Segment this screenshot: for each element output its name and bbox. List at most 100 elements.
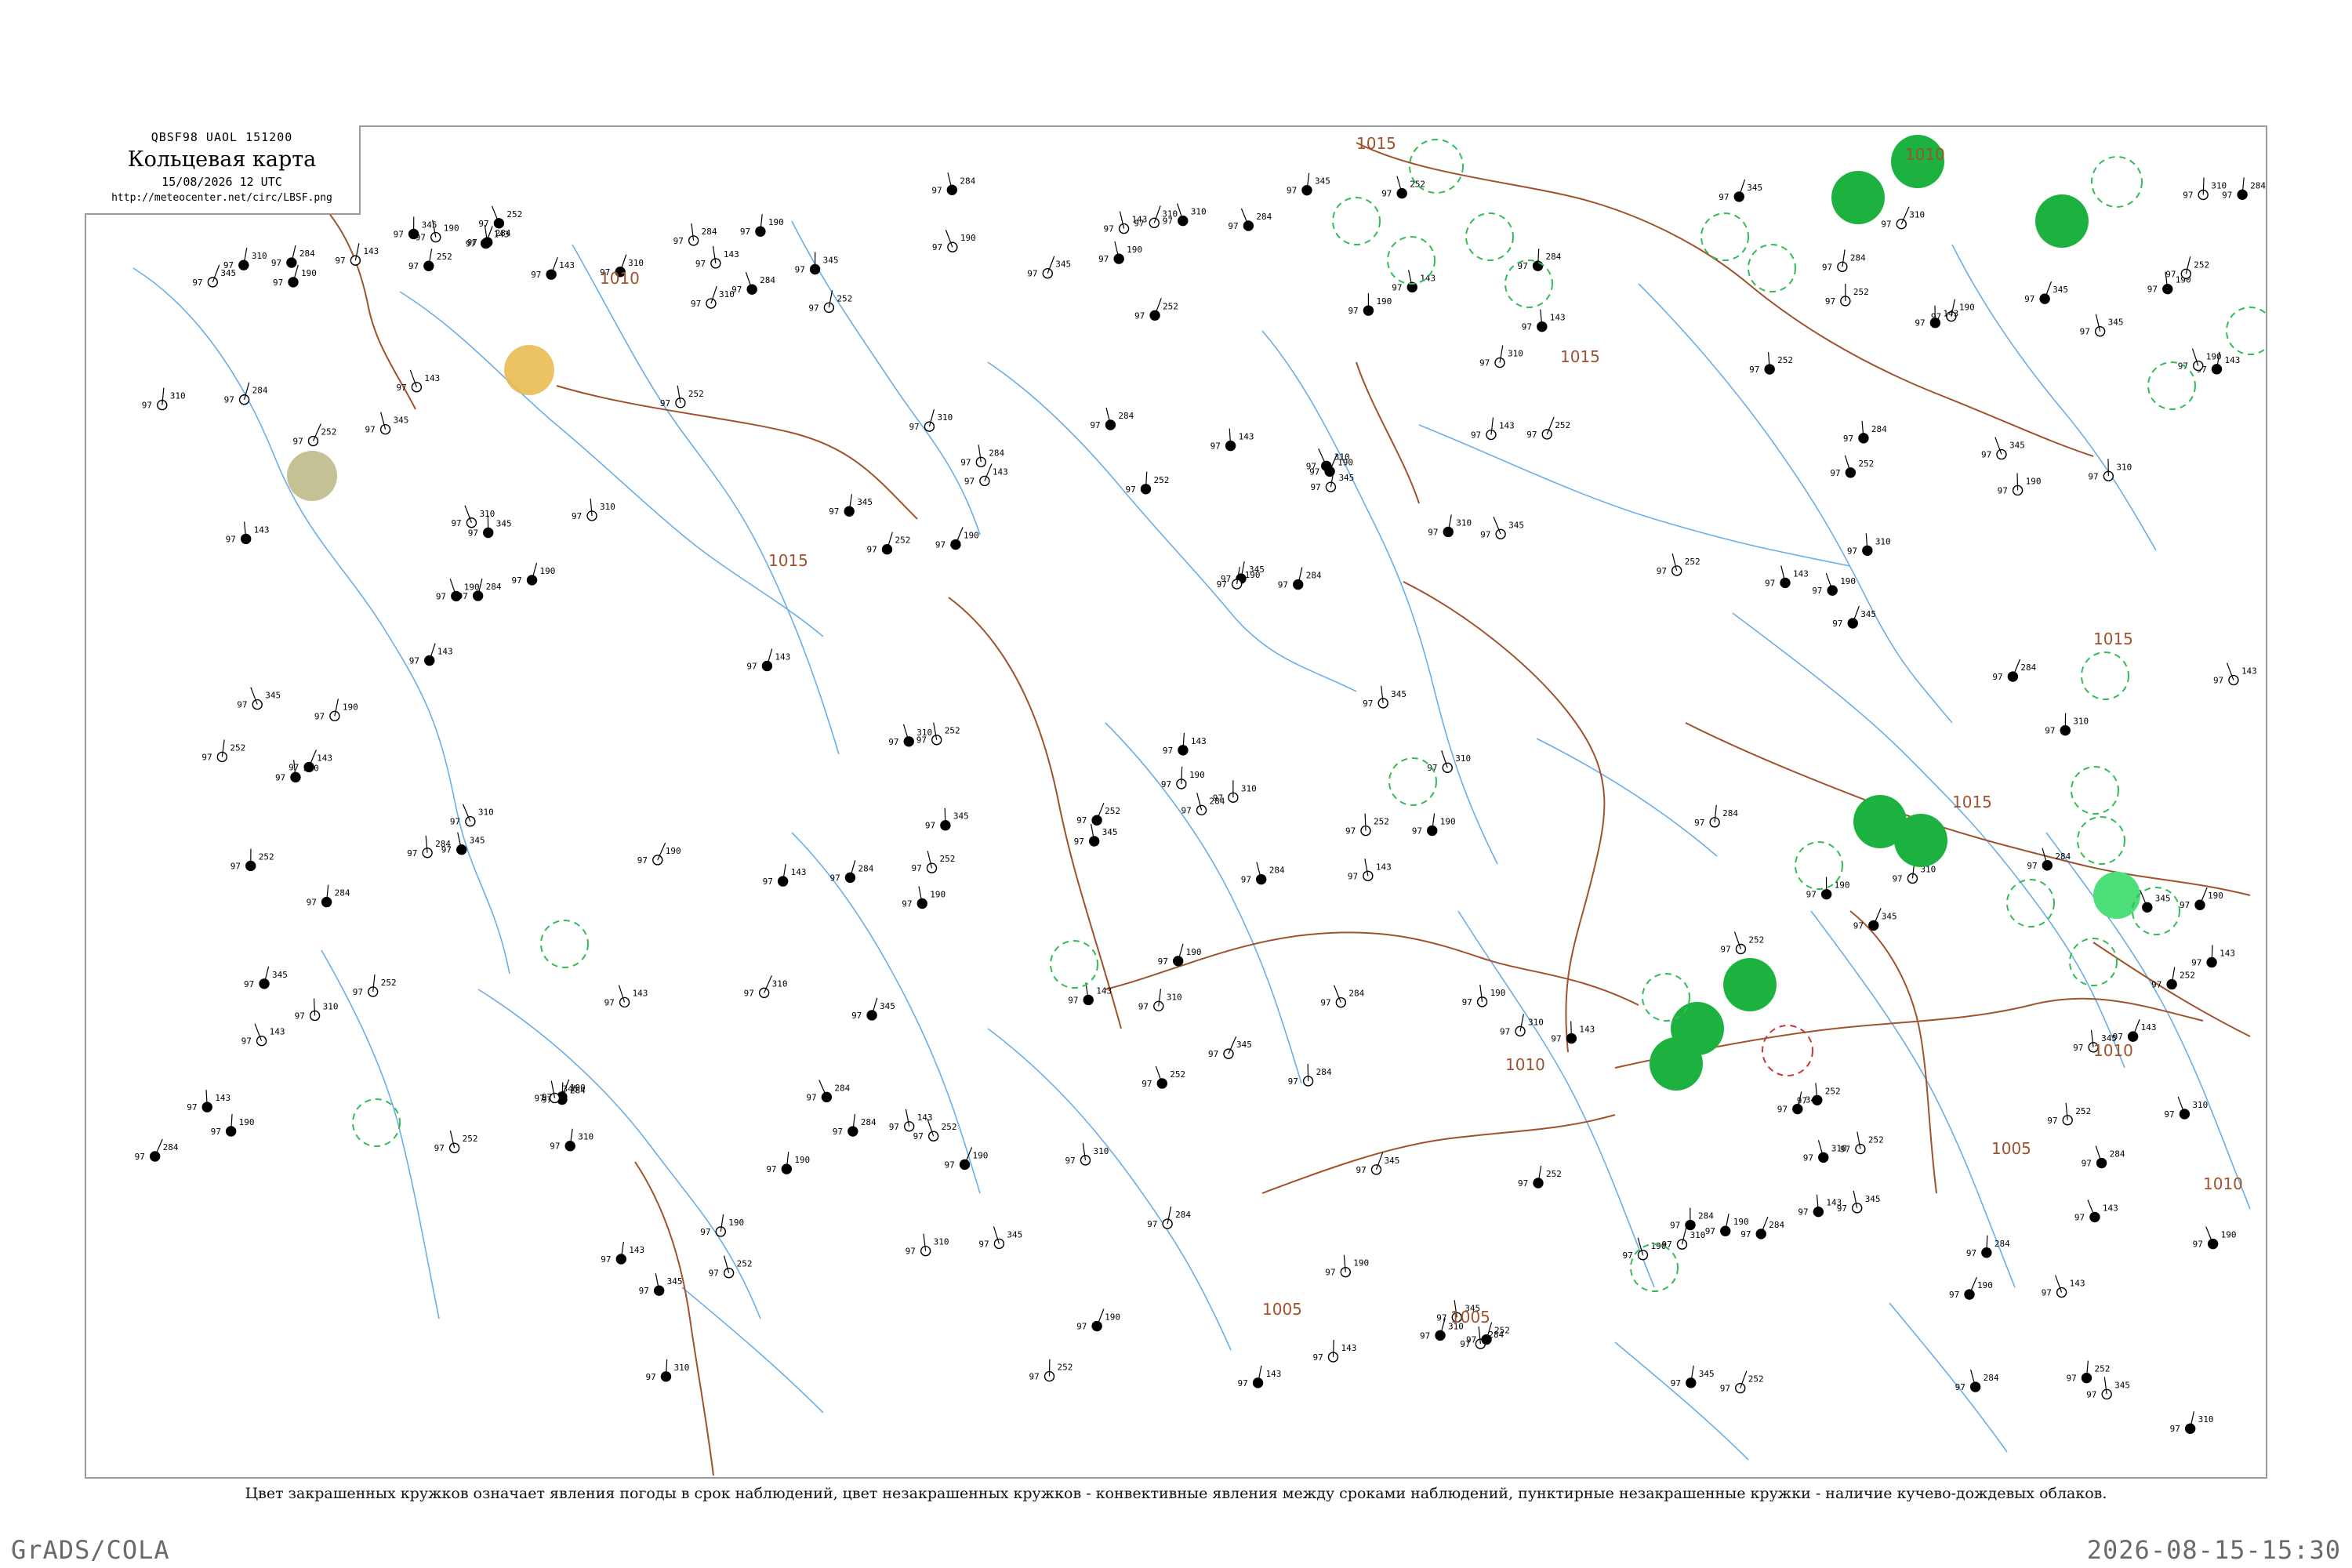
svg-text:97: 97 bbox=[1853, 920, 1864, 931]
station-plot: 31097 bbox=[2045, 713, 2089, 736]
svg-text:252: 252 bbox=[259, 851, 274, 862]
svg-text:190: 190 bbox=[728, 1218, 744, 1228]
svg-text:97: 97 bbox=[1881, 220, 1891, 230]
svg-text:97: 97 bbox=[1138, 1001, 1149, 1011]
station-plot: 345 97 bbox=[2086, 1377, 2130, 1399]
svg-text:97: 97 bbox=[902, 899, 912, 909]
svg-text:143: 143 bbox=[633, 988, 648, 998]
svg-text:97: 97 bbox=[808, 303, 818, 313]
station-plot: 190 97 bbox=[1998, 473, 2041, 495]
station-plot: 252 97 bbox=[660, 385, 704, 408]
svg-text:190: 190 bbox=[794, 1155, 810, 1165]
svg-text:97: 97 bbox=[1363, 699, 1373, 709]
svg-text:190: 190 bbox=[1840, 576, 1856, 586]
station-plot: 252 97 bbox=[866, 532, 910, 555]
svg-text:252: 252 bbox=[1105, 806, 1120, 816]
station-plot: 252 97 bbox=[808, 290, 852, 313]
svg-text:97: 97 bbox=[1029, 1372, 1040, 1382]
svg-text:97: 97 bbox=[1518, 1178, 1528, 1189]
isobar-label: 1005 bbox=[1450, 1308, 1490, 1327]
isobar-label: 1010 bbox=[2093, 1041, 2133, 1060]
svg-text:284: 284 bbox=[834, 1083, 850, 1093]
svg-text:143: 143 bbox=[1191, 736, 1207, 746]
svg-text:284: 284 bbox=[2250, 180, 2266, 191]
svg-text:190: 190 bbox=[301, 268, 317, 278]
station-plot: 190 97 bbox=[935, 527, 979, 550]
station-plot: 252 97 bbox=[230, 848, 274, 871]
svg-text:345: 345 bbox=[394, 416, 409, 426]
station-plot: 284 97 bbox=[1992, 659, 2037, 682]
svg-text:345: 345 bbox=[2009, 441, 2025, 451]
station-plot: 143 97 bbox=[695, 245, 739, 269]
svg-text:97: 97 bbox=[458, 591, 468, 601]
svg-text:345: 345 bbox=[1338, 473, 1354, 483]
svg-text:97: 97 bbox=[912, 863, 922, 873]
station-plot: 345 97 bbox=[1287, 172, 1330, 196]
svg-text:97: 97 bbox=[1949, 1290, 1959, 1300]
svg-text:252: 252 bbox=[1777, 355, 1793, 365]
svg-text:97: 97 bbox=[1825, 296, 1835, 307]
svg-text:97: 97 bbox=[2027, 861, 2037, 871]
svg-text:97: 97 bbox=[2191, 958, 2201, 968]
thunder-dashed-circle bbox=[2069, 938, 2118, 986]
station-plot: 252 97 bbox=[1142, 1065, 1185, 1089]
svg-text:97: 97 bbox=[230, 861, 241, 871]
svg-text:97: 97 bbox=[1719, 192, 1729, 202]
svg-text:97: 97 bbox=[1163, 746, 1173, 756]
svg-text:97: 97 bbox=[1217, 579, 1227, 590]
station-plot: 345 97 bbox=[1027, 256, 1071, 279]
svg-text:284: 284 bbox=[1984, 1373, 1999, 1383]
svg-text:97: 97 bbox=[434, 1143, 445, 1153]
station-plot: 31097 bbox=[906, 1233, 949, 1257]
svg-text:252: 252 bbox=[2094, 1364, 2110, 1374]
svg-text:310: 310 bbox=[628, 258, 644, 268]
svg-text:190: 190 bbox=[1977, 1280, 1993, 1290]
isobar-label: 1015 bbox=[1560, 347, 1600, 366]
station-plot: 252 97 bbox=[1825, 283, 1869, 307]
svg-text:284: 284 bbox=[163, 1142, 179, 1152]
svg-text:97: 97 bbox=[1720, 1384, 1730, 1394]
station-plot: 345 97 bbox=[192, 264, 236, 288]
svg-text:284: 284 bbox=[1210, 796, 1225, 806]
svg-text:310: 310 bbox=[578, 1132, 593, 1142]
svg-text:143: 143 bbox=[791, 867, 807, 877]
svg-text:310: 310 bbox=[1093, 1146, 1109, 1156]
svg-text:190: 190 bbox=[343, 702, 358, 712]
station-plot: 284 97 bbox=[829, 860, 874, 883]
svg-text:310: 310 bbox=[2073, 717, 2089, 727]
svg-text:310: 310 bbox=[1456, 517, 1472, 528]
station-plot: 31097 bbox=[142, 387, 186, 411]
svg-text:190: 190 bbox=[930, 890, 946, 900]
svg-text:252: 252 bbox=[1748, 1374, 1764, 1385]
svg-text:97: 97 bbox=[466, 239, 476, 249]
precip-circle bbox=[2035, 194, 2089, 248]
station-plot: 345 97 bbox=[244, 966, 288, 989]
station-plot: 190 97 bbox=[1325, 1254, 1369, 1278]
svg-text:284: 284 bbox=[1850, 252, 1866, 263]
svg-text:310: 310 bbox=[937, 412, 953, 423]
svg-text:284: 284 bbox=[2055, 851, 2071, 862]
station-plot: 345 97 bbox=[829, 494, 873, 517]
svg-text:310: 310 bbox=[1690, 1230, 1705, 1240]
svg-text:143: 143 bbox=[1239, 432, 1254, 442]
thunder-dashed-circle bbox=[1700, 212, 1749, 261]
svg-text:284: 284 bbox=[1546, 252, 1562, 262]
thunder-dashed-circle bbox=[1748, 244, 1796, 292]
svg-text:97: 97 bbox=[1992, 672, 2002, 682]
station-plot: 31097 bbox=[1661, 1227, 1705, 1250]
station-plot: 143 97 bbox=[1068, 982, 1112, 1005]
svg-text:310: 310 bbox=[2192, 1100, 2208, 1110]
station-plot: 345 97 bbox=[365, 412, 409, 435]
svg-text:97: 97 bbox=[1320, 998, 1330, 1008]
station-plot: 284 97 bbox=[1966, 1235, 2010, 1258]
station-plot: 252 97 bbox=[2047, 1102, 2091, 1126]
source-url[interactable]: http://meteocenter.net/circ/LBSF.png bbox=[85, 192, 359, 204]
svg-text:345: 345 bbox=[272, 970, 288, 980]
svg-text:97: 97 bbox=[441, 845, 452, 855]
svg-text:97: 97 bbox=[691, 299, 701, 309]
station-plot: 31097 bbox=[1881, 206, 1925, 230]
svg-text:97: 97 bbox=[1310, 482, 1320, 492]
svg-text:143: 143 bbox=[215, 1093, 230, 1103]
svg-text:284: 284 bbox=[1871, 424, 1887, 434]
svg-text:97: 97 bbox=[1090, 420, 1100, 430]
